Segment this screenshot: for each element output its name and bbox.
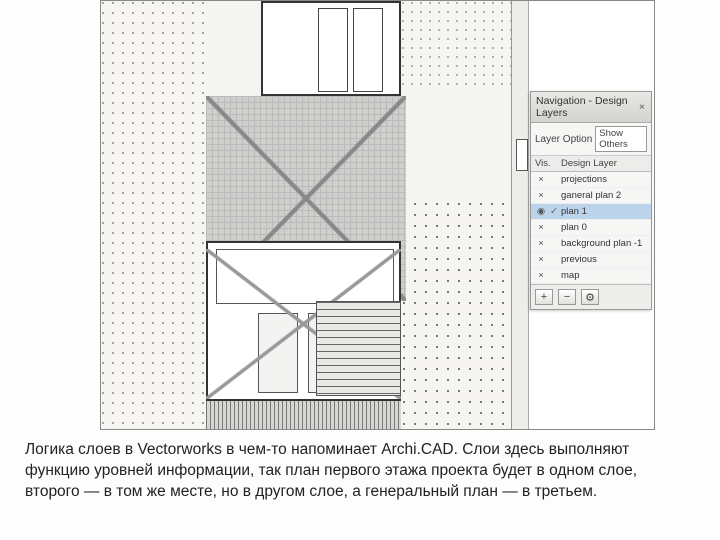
layer-options-select[interactable]: Show Others [595,126,647,152]
layer-name: ganeral plan 2 [561,190,647,201]
room-a [258,313,298,393]
visibility-icon[interactable]: × [535,190,547,201]
col-visibility: Vis. [535,158,561,169]
caption-text: Логика слоев в Vectorworks в чем-то напо… [25,440,695,503]
check-icon: ✓ [547,206,561,217]
app-screenshot: Navigation - Design Layers × Layer Optio… [100,0,655,430]
pattern-zone-bottom-right [401,201,529,429]
visibility-icon[interactable]: × [535,174,547,185]
room-outline [216,249,394,304]
layer-options-row: Layer Option Show Others [531,123,651,156]
layer-settings-button[interactable]: ⚙ [581,289,599,305]
palette-footer: + − ⚙ [531,284,651,309]
close-icon[interactable]: × [638,102,646,112]
visibility-icon[interactable]: × [535,222,547,233]
remove-layer-button[interactable]: − [558,289,576,305]
visibility-icon[interactable]: × [535,270,547,281]
layer-name: background plan -1 [561,238,647,249]
layer-name: map [561,270,647,281]
pattern-zone-left [101,1,206,429]
visibility-icon[interactable]: × [535,238,547,249]
palette-titlebar[interactable]: Navigation - Design Layers × [531,92,651,123]
wall-strip [511,1,529,429]
building-block-upper [261,1,401,96]
layer-columns-header: Vis. Design Layer [531,156,651,172]
layer-row[interactable]: × plan 0 [531,220,651,236]
drawing-canvas[interactable] [101,1,529,429]
layer-row[interactable]: × map [531,268,651,284]
layer-row[interactable]: × previous [531,252,651,268]
layer-row-selected[interactable]: ◉ ✓ plan 1 [531,204,651,220]
layers-list: × projections × ganeral plan 2 ◉ ✓ plan … [531,172,651,284]
navigation-palette[interactable]: Navigation - Design Layers × Layer Optio… [530,91,652,310]
hatch-strip [206,401,401,429]
layer-name: plan 1 [561,206,647,217]
palette-title-text: Navigation - Design Layers [536,95,638,119]
layer-options-label: Layer Option [535,134,592,145]
visibility-icon[interactable]: × [535,254,547,265]
layer-name: plan 0 [561,222,647,233]
layer-row[interactable]: × projections [531,172,651,188]
layer-row[interactable]: × ganeral plan 2 [531,188,651,204]
add-layer-button[interactable]: + [535,289,553,305]
layer-row[interactable]: × background plan -1 [531,236,651,252]
layer-name: projections [561,174,647,185]
stairs [316,301,401,396]
pattern-zone-top-right [401,1,529,91]
visibility-icon[interactable]: ◉ [535,206,547,217]
col-design-layer: Design Layer [561,158,647,169]
layer-name: previous [561,254,647,265]
